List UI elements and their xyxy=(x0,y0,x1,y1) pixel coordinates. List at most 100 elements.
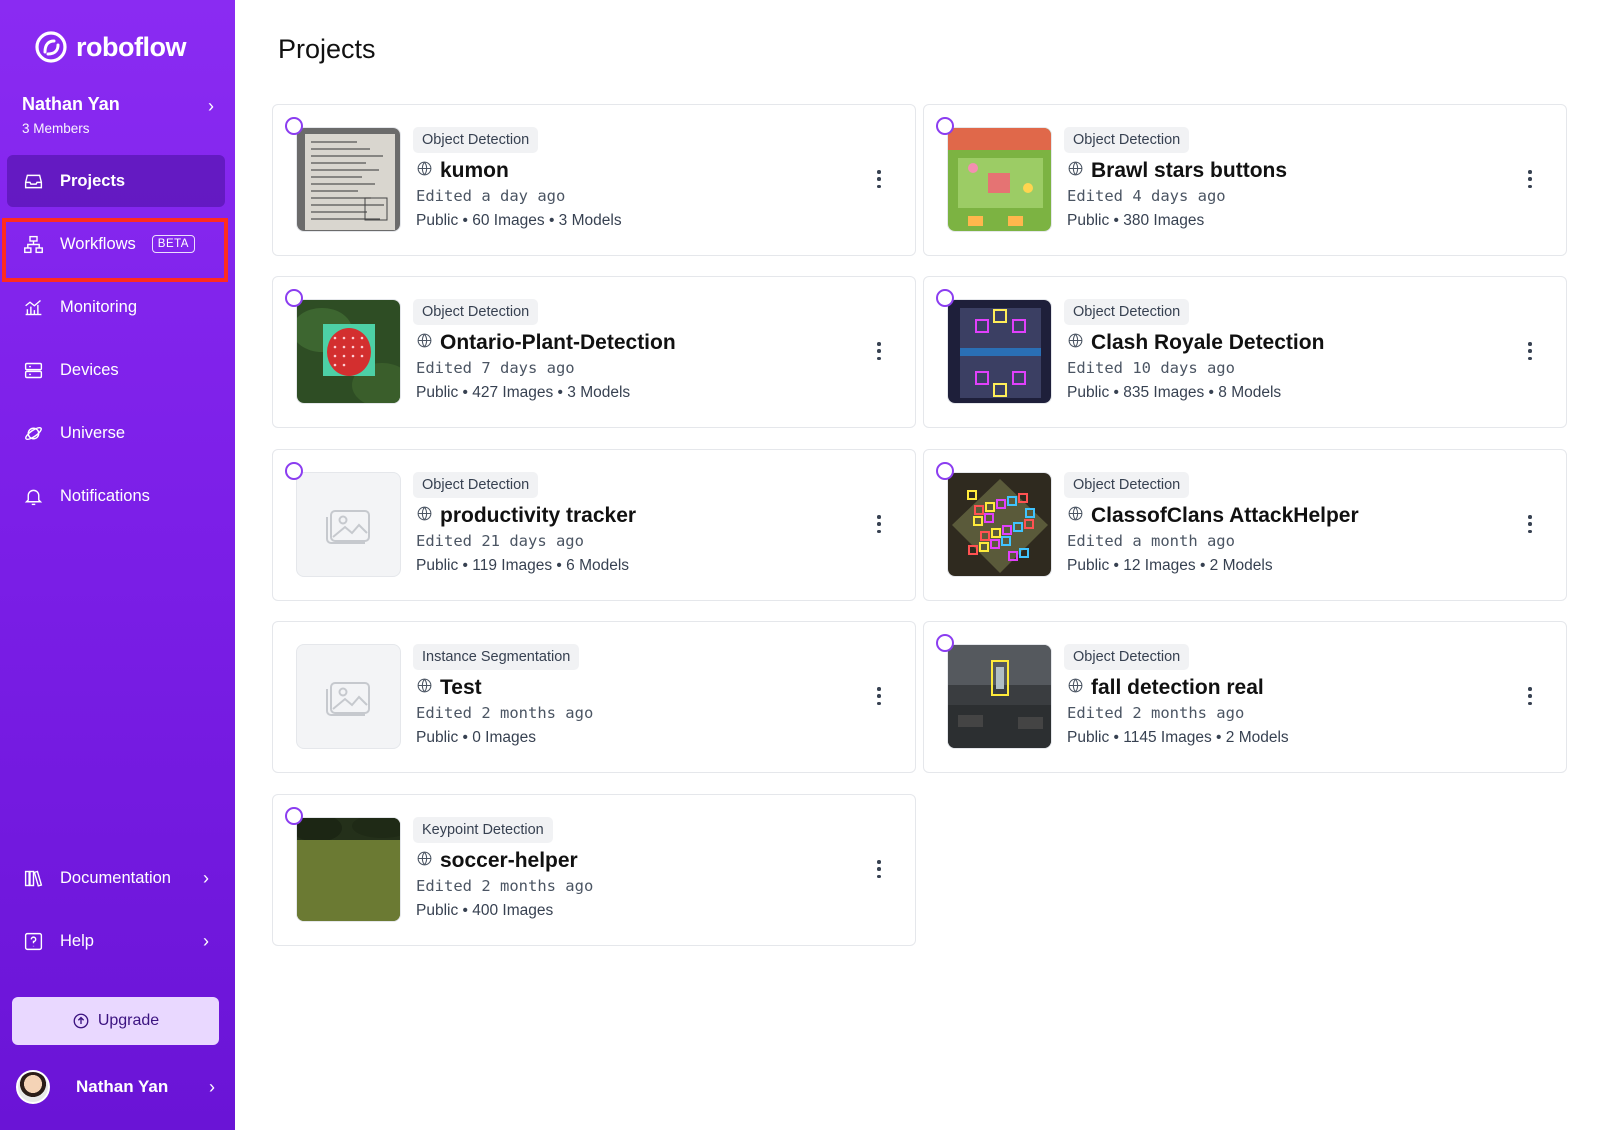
project-thumbnail xyxy=(947,127,1052,232)
project-type-badge: Object Detection xyxy=(1064,472,1190,498)
project-thumbnail xyxy=(296,472,401,577)
more-options-icon[interactable] xyxy=(875,167,883,191)
project-meta: Public • 1145 Images • 2 Models xyxy=(1067,729,1289,746)
project-thumbnail xyxy=(296,817,401,922)
project-title-row: Brawl stars buttons xyxy=(1067,159,1287,183)
project-meta: Public • 12 Images • 2 Models xyxy=(1067,557,1273,574)
select-checkbox[interactable] xyxy=(936,289,954,307)
more-options-icon[interactable] xyxy=(1526,684,1534,708)
more-options-icon[interactable] xyxy=(875,339,883,363)
project-type-badge: Keypoint Detection xyxy=(413,817,553,843)
project-name[interactable]: Test xyxy=(440,676,482,700)
project-type-badge: Object Detection xyxy=(1064,644,1190,670)
globe-icon xyxy=(416,677,433,699)
project-card[interactable]: Object Detection fall detection real Edite… xyxy=(923,621,1567,773)
sidebar-item-devices[interactable]: Devices xyxy=(7,344,225,396)
select-checkbox[interactable] xyxy=(936,462,954,480)
sidebar-item-monitoring[interactable]: Monitoring xyxy=(7,281,225,333)
project-thumbnail xyxy=(296,644,401,749)
sidebar-item-help[interactable]: Help › xyxy=(7,915,225,967)
project-name[interactable]: soccer-helper xyxy=(440,849,578,873)
sidebar-item-notifications[interactable]: Notifications xyxy=(7,470,225,522)
sidebar-item-label: Help xyxy=(60,931,94,950)
project-card[interactable]: Object Detection Brawl stars buttons Edite… xyxy=(923,104,1567,256)
project-edited: Edited 2 months ago xyxy=(416,877,594,895)
project-name[interactable]: Ontario-Plant-Detection xyxy=(440,331,676,355)
upload-icon xyxy=(73,1013,89,1029)
chevron-right-icon: › xyxy=(203,930,209,951)
project-edited: Edited 7 days ago xyxy=(416,359,575,377)
user-menu[interactable]: Nathan Yan › xyxy=(16,1065,221,1109)
project-title-row: productivity tracker xyxy=(416,504,636,528)
select-checkbox[interactable] xyxy=(285,807,303,825)
more-options-icon[interactable] xyxy=(875,512,883,536)
books-icon xyxy=(22,867,44,889)
image-placeholder-icon xyxy=(325,509,370,544)
project-card[interactable]: Object Detection productivity tracker Edit… xyxy=(272,449,916,601)
project-card[interactable]: Instance Segmentation Test Edited 2 months… xyxy=(272,621,916,773)
project-meta: Public • 400 Images xyxy=(416,902,554,919)
sidebar-item-label: Notifications xyxy=(60,486,150,505)
project-type-badge: Object Detection xyxy=(1064,299,1190,325)
globe-icon xyxy=(416,850,433,872)
logo-text: roboflow xyxy=(76,31,186,62)
select-checkbox[interactable] xyxy=(285,462,303,480)
project-meta: Public • 427 Images • 3 Models xyxy=(416,384,631,401)
project-name[interactable]: ClassofClans AttackHelper xyxy=(1091,504,1359,528)
beta-badge: BETA xyxy=(151,235,195,253)
globe-icon xyxy=(1067,505,1084,527)
project-edited: Edited 21 days ago xyxy=(416,532,584,550)
roboflow-logo[interactable]: roboflow xyxy=(34,30,186,64)
project-title-row: Ontario-Plant-Detection xyxy=(416,331,676,355)
sidebar-item-universe[interactable]: Universe xyxy=(7,407,225,459)
planet-icon xyxy=(22,422,44,444)
project-name[interactable]: Brawl stars buttons xyxy=(1091,159,1287,183)
chevron-right-icon: › xyxy=(209,1076,215,1097)
project-card[interactable]: Object Detection Clash Royale Detection Ed… xyxy=(923,276,1567,428)
project-edited: Edited 4 days ago xyxy=(1067,187,1226,205)
upgrade-button[interactable]: Upgrade xyxy=(12,997,219,1045)
upgrade-label: Upgrade xyxy=(97,1012,160,1029)
sidebar-item-projects[interactable]: Projects xyxy=(7,155,225,207)
project-title-row: soccer-helper xyxy=(416,849,578,873)
chevron-right-icon: › xyxy=(203,867,209,888)
select-checkbox[interactable] xyxy=(285,289,303,307)
project-card[interactable]: Keypoint Detection soccer-helper Edited 2 … xyxy=(272,794,916,946)
sidebar-item-workflows[interactable]: Workflows BETA xyxy=(7,218,225,270)
project-edited: Edited a month ago xyxy=(1067,532,1235,550)
project-card[interactable]: Object Detection Ontario-Plant-Detection E… xyxy=(272,276,916,428)
more-options-icon[interactable] xyxy=(1526,512,1534,536)
sidebar-item-documentation[interactable]: Documentation › xyxy=(7,852,225,904)
project-name[interactable]: kumon xyxy=(440,159,509,183)
roboflow-logo-icon xyxy=(35,31,67,63)
project-name[interactable]: Clash Royale Detection xyxy=(1091,331,1324,355)
project-title-row: fall detection real xyxy=(1067,676,1264,700)
project-type-badge: Object Detection xyxy=(1064,127,1190,153)
sidebar-item-label: Projects xyxy=(60,171,126,190)
project-card[interactable]: Object Detection ClassofClans AttackHelpe… xyxy=(923,449,1567,601)
workspace-switcher[interactable]: Nathan Yan 3 Members › xyxy=(22,94,218,136)
project-card[interactable]: Object Detection kumon Edited a day ago Pub… xyxy=(272,104,916,256)
sidebar-item-label: Workflows xyxy=(60,234,136,253)
select-checkbox[interactable] xyxy=(936,634,954,652)
workspace-name: Nathan Yan xyxy=(22,94,120,114)
project-name[interactable]: productivity tracker xyxy=(440,504,636,528)
project-type-badge: Object Detection xyxy=(413,127,539,153)
more-options-icon[interactable] xyxy=(875,857,883,881)
page-title: Projects xyxy=(278,34,376,64)
more-options-icon[interactable] xyxy=(1526,339,1534,363)
server-icon xyxy=(22,359,44,381)
workspace-members: 3 Members xyxy=(22,121,90,136)
project-edited: Edited a day ago xyxy=(416,187,566,205)
project-type-badge: Object Detection xyxy=(413,472,539,498)
main-content: Projects Object Detection kumon Edited a d… xyxy=(235,0,1600,1130)
project-meta: Public • 0 Images xyxy=(416,729,537,746)
sidebar-item-label: Universe xyxy=(60,423,126,442)
more-options-icon[interactable] xyxy=(1526,167,1534,191)
select-checkbox[interactable] xyxy=(936,117,954,135)
more-options-icon[interactable] xyxy=(875,684,883,708)
project-thumbnail xyxy=(296,127,401,232)
select-checkbox[interactable] xyxy=(285,117,303,135)
project-title-row: kumon xyxy=(416,159,509,183)
project-name[interactable]: fall detection real xyxy=(1091,676,1264,700)
